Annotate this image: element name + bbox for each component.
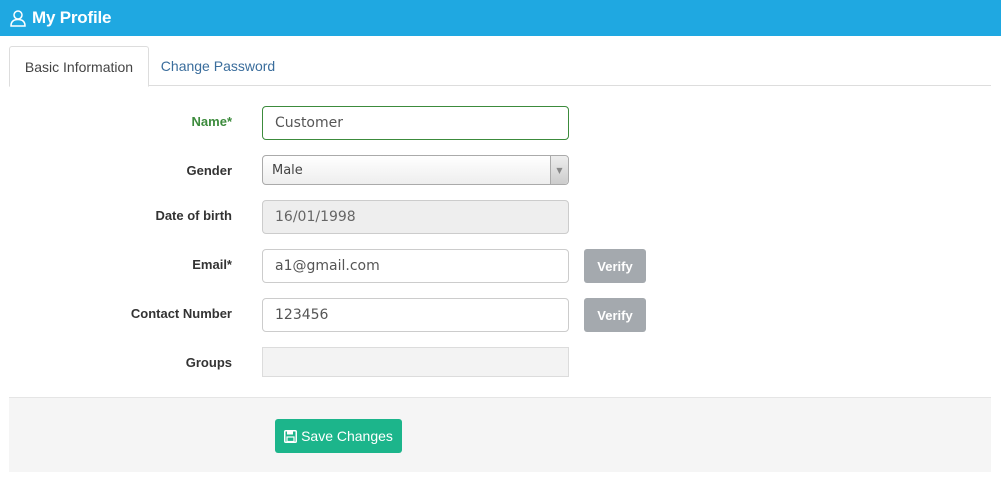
groups-label: Groups	[185, 355, 232, 370]
chevron-down-icon[interactable]: ▼	[550, 156, 568, 184]
floppy-disk-icon	[284, 429, 298, 443]
page-header: My Profile	[0, 0, 1001, 36]
profile-tabs: Basic Information Change Password	[9, 46, 991, 87]
gender-selected-value: Male	[272, 162, 303, 178]
gender-select[interactable]: Male ▼	[262, 155, 569, 185]
name-label: Name*	[191, 114, 232, 129]
groups-field	[262, 347, 569, 377]
dob-input: 16/01/1998	[262, 200, 569, 234]
dob-label: Date of birth	[155, 208, 232, 223]
contact-label: Contact Number	[130, 306, 232, 321]
email-input[interactable]: a1@gmail.com	[262, 249, 569, 283]
email-label: Email*	[192, 257, 232, 272]
form-footer: Save Changes	[9, 397, 991, 472]
verify-contact-button[interactable]: Verify	[584, 298, 646, 332]
save-changes-label: Save Changes	[301, 428, 393, 444]
user-icon	[9, 9, 27, 27]
save-changes-button[interactable]: Save Changes	[275, 419, 402, 453]
tab-basic-information[interactable]: Basic Information	[9, 46, 149, 87]
page-title: My Profile	[32, 8, 112, 27]
verify-email-button[interactable]: Verify	[584, 249, 646, 283]
name-input[interactable]: Customer	[262, 106, 569, 140]
tab-change-password[interactable]: Change Password	[159, 46, 277, 86]
contact-number-input[interactable]: 123456	[262, 298, 569, 332]
gender-label: Gender	[186, 163, 232, 178]
